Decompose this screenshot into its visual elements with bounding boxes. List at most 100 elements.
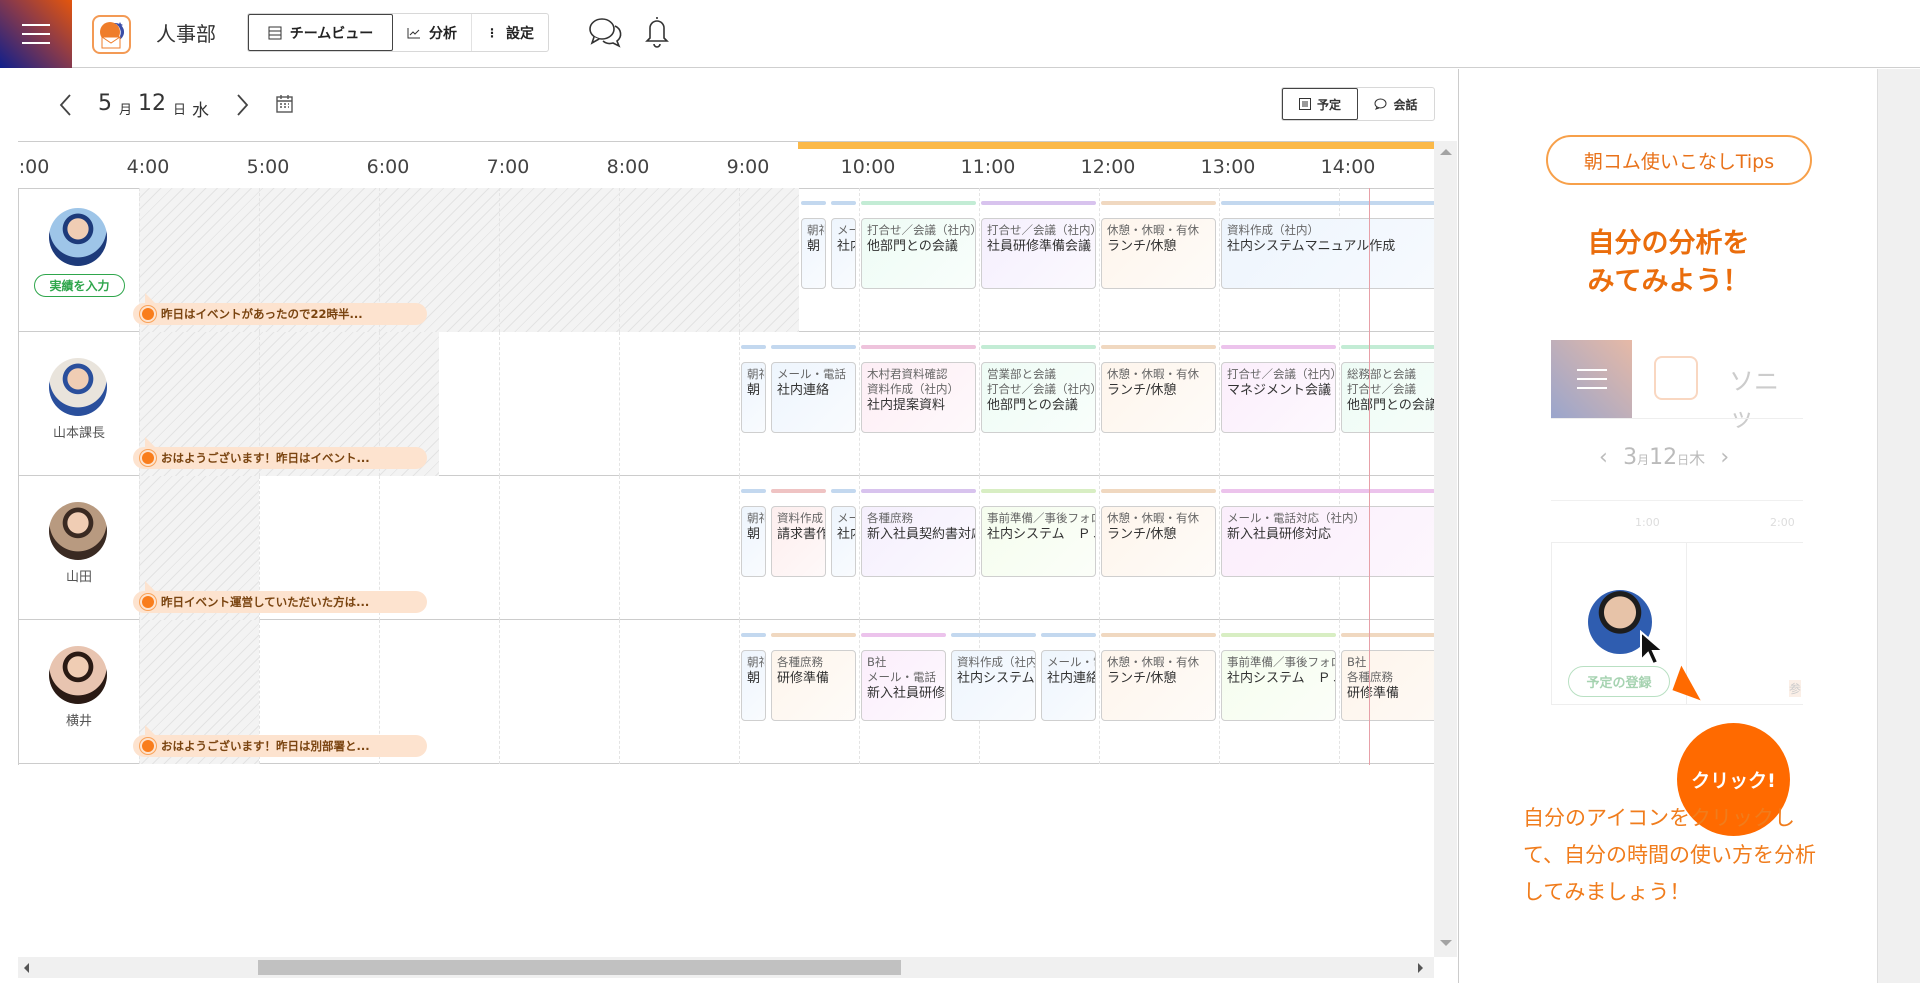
schedule-chat-toggle: 予定 会話 <box>1281 87 1435 121</box>
comment-text: 昨日はイベントがあったので22時半... <box>161 307 363 321</box>
category-color-bar <box>861 201 976 205</box>
avatar[interactable] <box>49 358 107 416</box>
tips-button[interactable]: 朝コム使いこなしTips <box>1546 135 1812 185</box>
event-category: メール・電話 <box>777 367 846 381</box>
hour-gridline <box>979 188 980 332</box>
schedule-event[interactable]: 資料作成請求書作成 <box>771 506 826 577</box>
hour-gridline <box>1099 620 1100 764</box>
avatar[interactable] <box>49 502 107 560</box>
hour-gridline <box>1339 620 1340 764</box>
event-category: 資料作成（社内） <box>867 382 959 396</box>
record-actual-button[interactable]: 実績を入力 <box>34 274 125 297</box>
event-title: ランチ/休憩 <box>1107 527 1177 542</box>
schedule-event[interactable]: 各種庶務 新入社員契約書対応 <box>861 506 976 577</box>
schedule-label: 予定 <box>1316 97 1341 112</box>
app-logo[interactable] <box>92 15 131 54</box>
event-category: 資料作成（社内） <box>1227 223 1319 237</box>
event-category: 各種庶務 <box>867 511 913 525</box>
schedule-event[interactable]: 総務部と会議 打合せ／会議 他部門との会議 <box>1341 362 1434 433</box>
weekday: 水 <box>192 101 209 121</box>
comment-bubble[interactable]: 昨日イベント運営していただいた方は... <box>133 581 427 613</box>
hour-label: 11:00 <box>960 156 1016 178</box>
comment-bubble[interactable]: おはようございます！昨日はイベント... <box>133 437 427 469</box>
hour-label: 12:00 <box>1080 156 1136 178</box>
schedule-event[interactable]: 休憩・休暇・有休 ランチ/休憩 <box>1101 218 1216 289</box>
schedule-event[interactable]: メール・電話社内連絡 <box>1041 650 1096 721</box>
illustration-logo <box>1654 356 1698 400</box>
schedule-event[interactable]: 事前準備／事後フォロー社内システム ＰＪ <box>981 506 1096 577</box>
event-title: 研修準備 <box>1347 686 1400 701</box>
event-title: 社内提案資料 <box>867 398 946 413</box>
schedule-event[interactable]: 木村君資料確認 資料作成（社内） 社内提案資料 <box>861 362 976 433</box>
scroll-up-icon[interactable] <box>1440 149 1452 155</box>
schedule-event[interactable]: 朝礼朝 <box>741 362 766 433</box>
prev-day-icon[interactable] <box>58 93 72 117</box>
bell-icon[interactable] <box>642 14 672 48</box>
comment-text: 昨日イベント運営していただいた方は... <box>161 595 370 609</box>
event-title: 新入社員研修対応 <box>1227 527 1332 542</box>
schedule-event[interactable]: 打合せ／会議（社内） 他部門との会議 <box>861 218 976 289</box>
schedule-event[interactable]: 打合せ／会議（社内） 社員研修準備会議 <box>981 218 1096 289</box>
scroll-down-icon[interactable] <box>1440 940 1452 946</box>
comment-text: おはようございます！昨日はイベント... <box>161 451 370 465</box>
schedule-event[interactable]: 朝礼朝 <box>741 506 766 577</box>
schedule-event[interactable]: 事前準備／事後フォロー社内システム ＰＪ <box>1221 650 1336 721</box>
event-category: 打合せ／会議 <box>1347 382 1416 396</box>
category-color-bar <box>1221 489 1434 493</box>
tab-team-view[interactable]: チームビュー <box>248 14 393 51</box>
event-title: 朝 <box>807 239 821 254</box>
schedule-event[interactable]: 朝礼朝 <box>801 218 826 289</box>
category-color-bar <box>1221 345 1336 349</box>
menu-button[interactable] <box>0 0 72 68</box>
category-color-bar <box>741 489 766 493</box>
schedule-event[interactable]: メール社内 <box>831 218 856 289</box>
schedule-event[interactable]: 休憩・休暇・有休 ランチ/休憩 <box>1101 362 1216 433</box>
category-color-bar <box>831 489 856 493</box>
schedule-event[interactable]: 各種庶務 研修準備 <box>771 650 856 721</box>
scroll-right-icon[interactable] <box>1418 963 1423 973</box>
schedule-event[interactable]: 休憩・休暇・有休 ランチ/休憩 <box>1101 506 1216 577</box>
hour-gridline <box>619 620 620 764</box>
chart-icon <box>407 27 420 38</box>
avatar[interactable] <box>49 208 107 266</box>
page-scrollbar[interactable] <box>1877 69 1920 983</box>
schedule-event[interactable]: メール・電話対応（社内） 新入社員研修対応 <box>1221 506 1434 577</box>
avatar[interactable] <box>49 646 107 704</box>
event-title: 社内連絡 <box>777 383 830 398</box>
schedule-event[interactable]: メール社内 <box>831 506 856 577</box>
schedule-event[interactable]: 打合せ／会議（社内） マネジメント会議 <box>1221 362 1336 433</box>
schedule-event[interactable]: 営業部と会議 打合せ／会議（社内） 他部門との会議 <box>981 362 1096 433</box>
tab-settings[interactable]: ⋮ 設定 <box>472 14 548 51</box>
schedule-view-button[interactable]: 予定 <box>1282 88 1358 120</box>
category-color-bar <box>981 345 1096 349</box>
calendar-icon[interactable] <box>276 94 293 113</box>
horizontal-scrollbar[interactable] <box>18 957 1434 978</box>
comment-bubble[interactable]: 昨日はイベントがあったので22時半... <box>133 293 427 325</box>
chat-view-button[interactable]: 会話 <box>1358 88 1434 120</box>
schedule-event[interactable]: 資料作成（社内） 社内システム <box>951 650 1036 721</box>
vertical-scrollbar[interactable] <box>1434 141 1457 957</box>
category-color-bar <box>1101 345 1216 349</box>
scrollbar-thumb[interactable] <box>258 960 901 975</box>
tab-analysis[interactable]: 分析 <box>393 14 472 51</box>
illustration-hour: 1:00 <box>1635 516 1660 529</box>
comment-bubble[interactable]: おはようございます！昨日は別部署と... <box>133 725 427 757</box>
member-row: 山田昨日イベント運営していただいた方は...朝礼朝資料作成請求書作成メール社内各… <box>19 476 1434 620</box>
schedule-event[interactable]: 資料作成（社内） 社内システムマニュアル作成 <box>1221 218 1434 289</box>
hour-gridline <box>979 332 980 476</box>
event-category: 資料作成（社内） <box>957 655 1035 669</box>
scroll-left-icon[interactable] <box>24 963 29 973</box>
hour-gridline <box>859 476 860 620</box>
event-category: 朝礼 <box>747 367 765 381</box>
event-category: メール・電話 <box>1047 655 1095 669</box>
schedule-event[interactable]: B社 各種庶務 研修準備 <box>1341 650 1434 721</box>
schedule-event[interactable]: メール・電話社内連絡 <box>771 362 856 433</box>
schedule-event[interactable]: 朝礼朝 <box>741 650 766 721</box>
schedule-event[interactable]: 休憩・休暇・有休 ランチ/休憩 <box>1101 650 1216 721</box>
event-title: 朝 <box>747 671 761 686</box>
chat-icon[interactable] <box>588 16 624 50</box>
sun-icon <box>142 308 154 320</box>
schedule-event[interactable]: B社 メール・電話 新入社員研修 <box>861 650 946 721</box>
next-day-icon[interactable] <box>236 93 250 117</box>
hour-gridline <box>499 620 500 764</box>
